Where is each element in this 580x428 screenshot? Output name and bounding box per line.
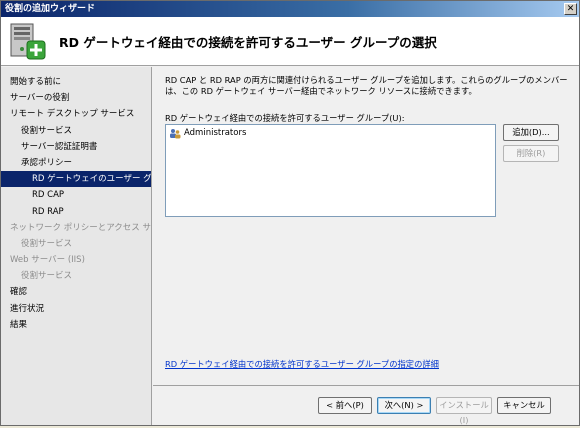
next-button[interactable]: 次へ(N) > bbox=[377, 397, 431, 414]
help-link[interactable]: RD ゲートウェイ経由での接続を許可するユーザー グループの指定の詳細 bbox=[165, 358, 439, 370]
remove-button[interactable]: 削除(R) bbox=[503, 145, 559, 162]
step-confirmation[interactable]: 確認 bbox=[1, 284, 151, 300]
step-server-auth-certificate[interactable]: サーバー認証証明書 bbox=[1, 139, 151, 155]
step-server-roles[interactable]: サーバーの役割 bbox=[1, 90, 151, 106]
step-results[interactable]: 結果 bbox=[1, 317, 151, 333]
step-role-services[interactable]: 役割サービス bbox=[1, 123, 151, 139]
page-title: RD ゲートウェイ経由での接続を許可するユーザー グループの選択 bbox=[59, 35, 437, 50]
cancel-button[interactable]: キャンセル bbox=[497, 397, 551, 414]
step-rd-rap[interactable]: RD RAP bbox=[1, 204, 151, 220]
wizard-footer: < 前へ(P) 次へ(N) > インストール(I) キャンセル bbox=[153, 385, 579, 425]
step-iis-role-services: 役割サービス bbox=[21, 271, 73, 282]
step-web-server-iis: Web サーバー (IIS) bbox=[10, 255, 85, 266]
user-groups-listbox[interactable]: Administrators bbox=[165, 124, 496, 217]
page-description: RD CAP と RD RAP の両方に関連付けられるユーザー グループを追加し… bbox=[165, 75, 568, 96]
wizard-header: RD ゲートウェイ経由での接続を許可するユーザー グループの選択 bbox=[1, 17, 579, 66]
step-rd-gateway-user-groups[interactable]: RD ゲートウェイのユーザー グ... bbox=[1, 171, 151, 188]
user-groups-label: RD ゲートウェイ経由での接続を許可するユーザー グループ(U): bbox=[165, 113, 405, 123]
step-authorization-policies[interactable]: 承認ポリシー bbox=[1, 155, 151, 171]
add-button[interactable]: 追加(D)... bbox=[503, 124, 559, 141]
step-remote-desktop-services[interactable]: リモート デスクトップ サービス bbox=[1, 106, 151, 122]
step-network-policy-access: ネットワーク ポリシーとアクセス サービ... bbox=[10, 222, 151, 233]
close-button[interactable]: ✕ bbox=[564, 3, 577, 15]
step-rd-cap[interactable]: RD CAP bbox=[1, 187, 151, 203]
user-group-icon bbox=[170, 128, 181, 138]
wizard-content: RD CAP と RD RAP の両方に関連付けられるユーザー グループを追加し… bbox=[153, 67, 579, 385]
install-button[interactable]: インストール(I) bbox=[436, 397, 492, 425]
step-before-you-begin[interactable]: 開始する前に bbox=[1, 74, 151, 90]
wizard-window: 役割の追加ウィザード ✕ RD ゲートウェイ経由での接続を許可するユーザー グル… bbox=[0, 0, 580, 426]
step-npas-role-services: 役割サービス bbox=[21, 238, 73, 249]
group-name: Administrators bbox=[184, 128, 247, 138]
window-title: 役割の追加ウィザード bbox=[5, 4, 96, 14]
step-progress[interactable]: 進行状況 bbox=[1, 301, 151, 317]
list-item[interactable]: Administrators bbox=[169, 127, 492, 139]
wizard-steps-sidebar: 開始する前に サーバーの役割 リモート デスクトップ サービス 役割サービス サ… bbox=[1, 67, 152, 425]
server-roles-icon bbox=[10, 23, 46, 60]
title-bar[interactable]: 役割の追加ウィザード ✕ bbox=[1, 1, 579, 17]
back-button[interactable]: < 前へ(P) bbox=[318, 397, 372, 414]
